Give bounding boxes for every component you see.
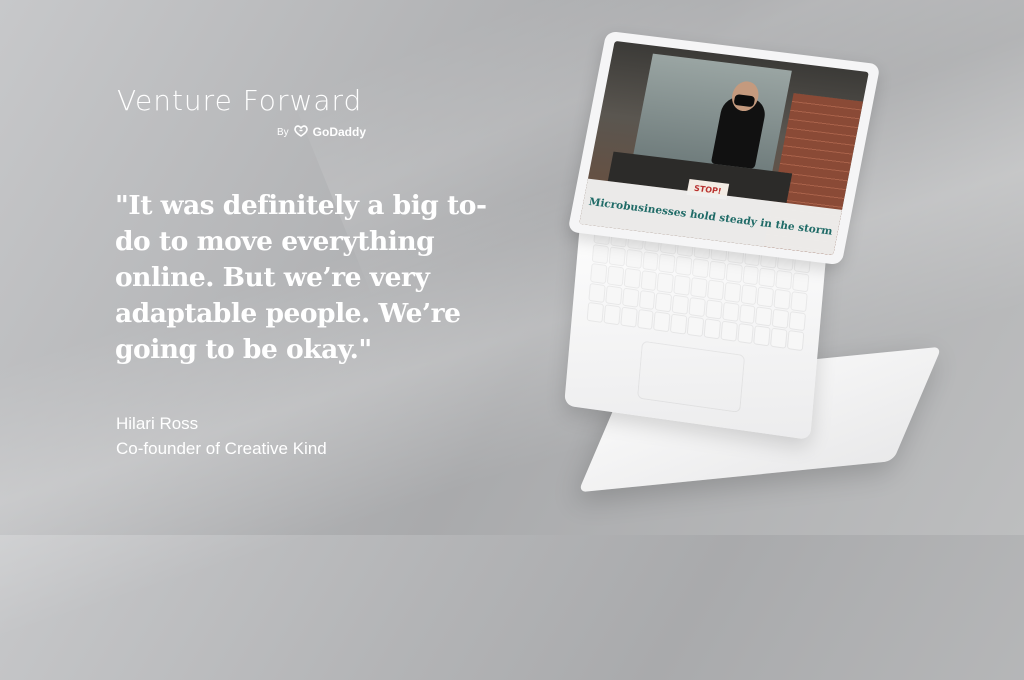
screen-photo: STOP! Microbusinesses hold steady in the… bbox=[579, 40, 869, 256]
brand-by: By bbox=[277, 126, 289, 138]
author-block: Hilari Ross Co-founder of Creative Kind bbox=[116, 411, 327, 461]
quote-text: "It was definitely a big to-do to move e… bbox=[115, 190, 487, 365]
laptop-trackpad bbox=[637, 341, 745, 413]
author-name: Hilari Ross bbox=[116, 414, 199, 433]
face-mask bbox=[733, 94, 756, 108]
brand-title: Venture Forward bbox=[117, 84, 363, 117]
author-role: Co-founder of Creative Kind bbox=[116, 439, 327, 458]
laptop-screen: STOP! Microbusinesses hold steady in the… bbox=[567, 30, 881, 266]
brand-byline: By GoDaddy bbox=[277, 124, 366, 140]
brand-logo: Venture Forward By GoDaddy bbox=[117, 84, 366, 139]
brand-company: GoDaddy bbox=[312, 125, 367, 139]
godaddy-logo-icon bbox=[293, 124, 309, 140]
